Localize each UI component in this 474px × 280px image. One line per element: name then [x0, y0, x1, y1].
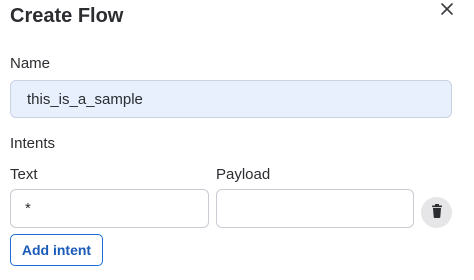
intents-label: Intents — [10, 135, 56, 152]
text-column-label: Text — [10, 166, 38, 183]
delete-intent-button[interactable] — [421, 197, 452, 228]
create-flow-dialog: Create Flow Name Intents Text Payload Ad… — [0, 0, 474, 280]
close-icon[interactable] — [436, 0, 458, 22]
intent-payload-input[interactable] — [216, 189, 414, 228]
name-label: Name — [10, 55, 51, 72]
add-intent-button[interactable]: Add intent — [10, 234, 103, 266]
dialog-title: Create Flow — [10, 5, 124, 27]
intent-text-input[interactable] — [10, 189, 209, 228]
payload-column-label: Payload — [216, 166, 271, 183]
trash-icon — [431, 204, 443, 221]
name-input[interactable] — [10, 80, 452, 118]
